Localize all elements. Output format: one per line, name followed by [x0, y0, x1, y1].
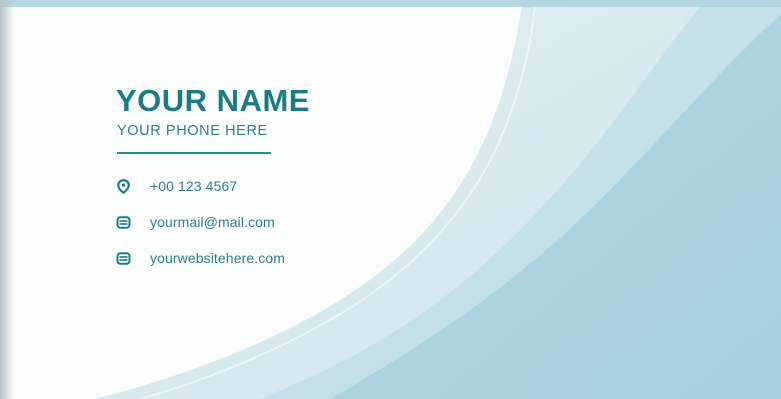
email-icon: [116, 215, 131, 230]
contact-website-text: yourwebsitehere.com: [150, 250, 285, 266]
card-content: YOUR NAME YOUR PHONE HERE +00 123 4567 y…: [116, 84, 446, 285]
website-icon: [116, 251, 131, 266]
location-pin-icon: [116, 178, 131, 194]
card-name: YOUR NAME: [116, 83, 310, 118]
contact-item-email: yourmail@mail.com: [116, 213, 446, 231]
contact-email-text: yourmail@mail.com: [150, 214, 275, 230]
contact-item-phone: +00 123 4567: [116, 177, 446, 195]
card-left-shadow: [0, 0, 14, 399]
card-subtitle: YOUR PHONE HERE: [117, 123, 268, 139]
business-card: YOUR NAME YOUR PHONE HERE +00 123 4567 y…: [0, 0, 781, 399]
contact-list: +00 123 4567 yourmail@mail.com yourwebsi…: [116, 177, 446, 267]
contact-item-website: yourwebsitehere.com: [116, 249, 446, 267]
card-divider: [117, 152, 271, 154]
contact-phone-text: +00 123 4567: [150, 178, 238, 194]
